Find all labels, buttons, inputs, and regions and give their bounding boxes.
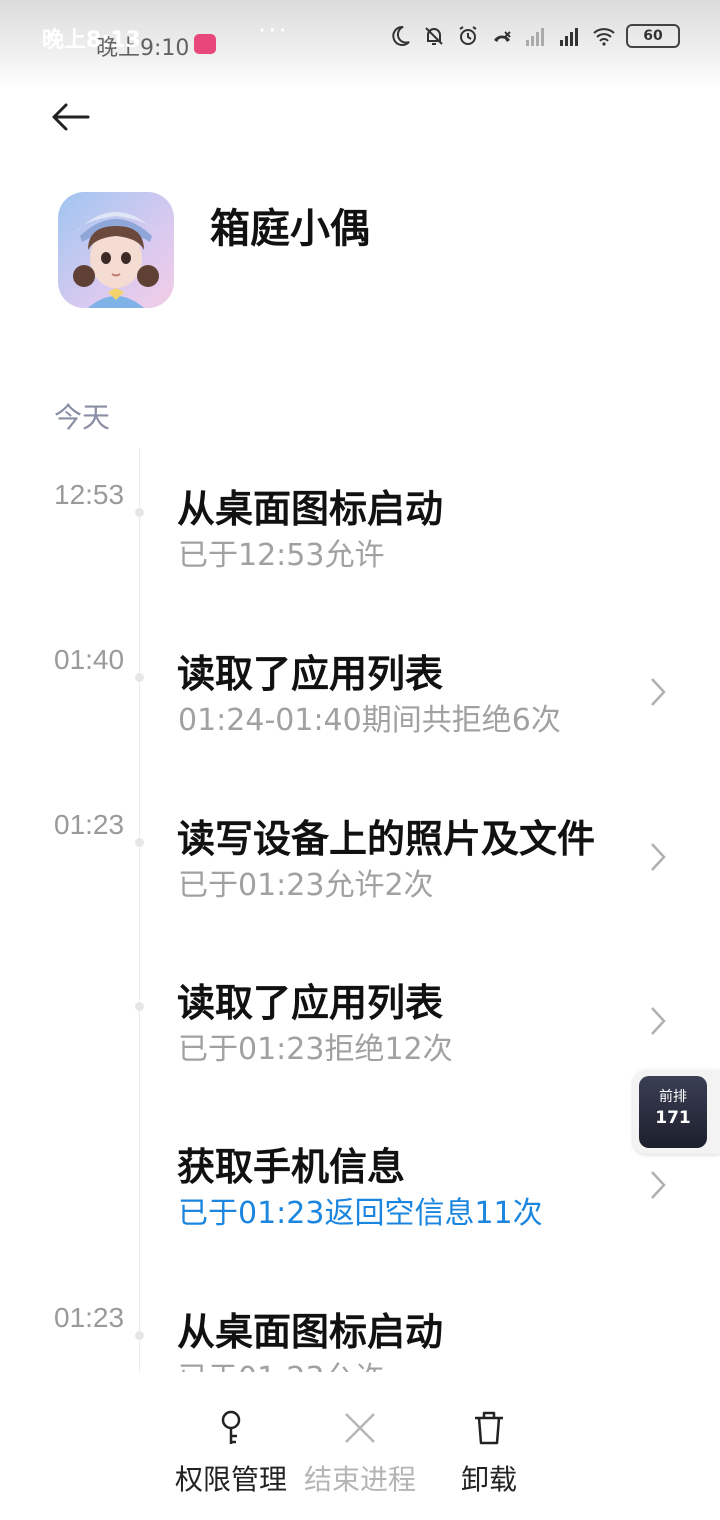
app-name: 箱庭小偶	[210, 206, 370, 252]
entry-subtitle: 01:24-01:40期间共拒绝6次	[178, 703, 561, 738]
end-process-button[interactable]: 结束进程	[285, 1400, 435, 1498]
signal-hd-icon	[560, 28, 578, 46]
timeline-dot	[135, 1331, 144, 1340]
moon-icon	[392, 25, 410, 46]
floating-widget-thumbnail: 前排 171	[639, 1076, 707, 1148]
entry-time: 12:53	[54, 479, 125, 510]
entry-title: 从桌面图标启动	[177, 1310, 444, 1354]
timeline-dot	[135, 508, 144, 517]
permissions-label: 权限管理	[174, 1463, 287, 1496]
call-blocked-icon	[494, 31, 511, 42]
status-time: 晚上8:13	[42, 28, 141, 53]
floating-ball-widget[interactable]: 前排 171	[633, 1070, 720, 1154]
permissions-button[interactable]: 权限管理	[156, 1400, 306, 1498]
mute-bell-icon	[425, 27, 443, 45]
timeline-entry: 12:53 从桌面图标启动 已于12:53允许	[0, 474, 720, 594]
entry-subtitle: 已于01:23返回空信息11次	[178, 1196, 543, 1231]
timeline-dot	[135, 838, 144, 847]
more-notifications-icon: ···	[258, 16, 289, 46]
trash-icon	[475, 1411, 503, 1445]
timeline-dot	[135, 1002, 144, 1011]
entry-title: 读写设备上的照片及文件	[177, 817, 596, 861]
chevron-right-icon	[651, 843, 666, 871]
entry-subtitle: 已于01:23允许2次	[178, 868, 434, 903]
top-bar: 2/2	[0, 80, 720, 152]
timeline-entry[interactable]: 01:23 读写设备上的照片及文件 已于01:23允许2次	[0, 804, 720, 924]
more-options-button[interactable]	[660, 96, 684, 136]
uninstall-button[interactable]: 卸载	[414, 1400, 564, 1498]
floating-widget-label: 前排	[659, 1089, 687, 1105]
entry-time: 01:40	[54, 644, 125, 675]
bottom-action-bar: 权限管理 结束进程 卸载	[0, 1400, 720, 1510]
doll-app-icon	[58, 192, 174, 308]
end-process-label: 结束进程	[303, 1463, 416, 1496]
entry-subtitle: 已于12:53允许	[178, 538, 385, 573]
chevron-right-icon	[651, 678, 666, 706]
page-indicator: 2/2	[331, 92, 389, 130]
timeline-entry[interactable]: 读取了应用列表 已于01:23拒绝12次	[0, 968, 720, 1088]
entry-title: 从桌面图标启动	[177, 487, 444, 531]
key-icon	[221, 1410, 241, 1444]
app-icon	[58, 192, 174, 308]
timeline-entry[interactable]: 获取手机信息 已于01:23返回空信息11次	[0, 1132, 720, 1252]
notification-badge-icon	[194, 34, 216, 54]
entry-title: 读取了应用列表	[177, 981, 444, 1025]
chevron-right-icon	[651, 1171, 666, 1199]
alarm-icon	[459, 26, 477, 45]
timeline-dot	[135, 673, 144, 682]
section-label-today: 今天	[54, 401, 111, 434]
entry-time: 01:23	[54, 1302, 125, 1333]
close-icon	[345, 1413, 375, 1443]
timeline-entry[interactable]: 01:40 读取了应用列表 01:24-01:40期间共拒绝6次	[0, 639, 720, 759]
floating-widget-count: 171	[655, 1108, 691, 1128]
chevron-right-icon	[651, 1007, 666, 1035]
uninstall-label: 卸载	[460, 1463, 517, 1496]
entry-title: 读取了应用列表	[177, 652, 444, 696]
battery-icon: 60	[626, 24, 680, 48]
entry-time: 01:23	[54, 809, 125, 840]
entry-title: 获取手机信息	[177, 1145, 406, 1189]
signal-icon	[526, 28, 544, 46]
status-icons: 60	[388, 24, 680, 48]
entry-subtitle: 已于01:23拒绝12次	[178, 1032, 453, 1067]
status-bar: 晚上9:10 晚上8:13 ··· 60	[0, 0, 720, 90]
wifi-icon	[593, 28, 615, 46]
